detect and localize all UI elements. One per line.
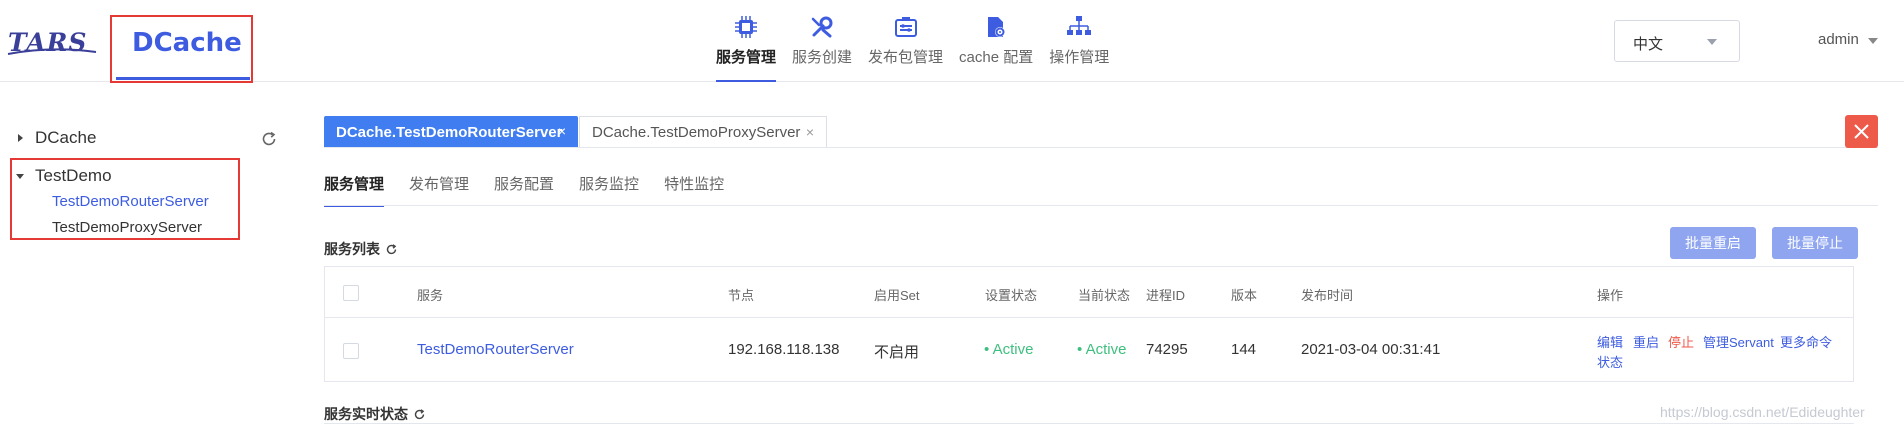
- nav-label: cache 配置: [959, 49, 1034, 66]
- nav-label: 发布包管理: [868, 49, 944, 66]
- section-title-text: 服务实时状态: [324, 406, 408, 422]
- subnav-service-config[interactable]: 服务配置: [494, 173, 554, 207]
- column-header: 发布时间: [1301, 288, 1354, 303]
- tab-divider: [324, 147, 1878, 148]
- sub-nav: 服务管理 发布管理 服务配置 服务监控 特性监控: [324, 173, 749, 207]
- column-header: 设置状态: [985, 288, 1038, 303]
- nav-item-service-management[interactable]: 服务管理: [710, 0, 782, 82]
- version-cell: 144: [1231, 341, 1257, 358]
- caret-down-icon[interactable]: [16, 173, 24, 179]
- dcache-logo[interactable]: DCache: [132, 28, 242, 58]
- tree-node-testdemo[interactable]: TestDemo: [16, 166, 112, 186]
- chevron-down-icon[interactable]: [1868, 38, 1878, 44]
- nav-label: 服务创建: [792, 49, 853, 66]
- restart-link[interactable]: 重启: [1633, 332, 1659, 351]
- gear-file-icon: [988, 17, 1006, 37]
- section-title-text: 服务列表: [324, 241, 380, 257]
- refresh-icon[interactable]: [413, 408, 426, 421]
- nav-item-package-management[interactable]: 发布包管理: [862, 0, 949, 82]
- subnav-service-monitor[interactable]: 服务监控: [579, 173, 639, 207]
- package-icon: [894, 17, 917, 37]
- language-select[interactable]: 中文: [1614, 20, 1740, 62]
- batch-stop-button[interactable]: 批量停止: [1772, 227, 1858, 259]
- subnav-publish-management[interactable]: 发布管理: [409, 173, 469, 207]
- close-icon[interactable]: ×: [558, 123, 566, 139]
- main-nav: 服务管理 服务创建 发布包管理 cache 配置 操作管理: [710, 0, 1119, 82]
- publish-time-cell: 2021-03-04 00:31:41: [1301, 341, 1441, 358]
- set-cell: 不启用: [874, 344, 920, 361]
- batch-restart-button[interactable]: 批量重启: [1670, 227, 1756, 259]
- sitemap-icon: [1067, 16, 1092, 35]
- service-name-link[interactable]: TestDemoRouterServer: [417, 341, 574, 358]
- stop-link[interactable]: 停止: [1668, 332, 1694, 351]
- refresh-icon[interactable]: [260, 130, 278, 148]
- column-header: 启用Set: [874, 288, 920, 303]
- chip-icon: [735, 16, 757, 38]
- row-checkbox[interactable]: [343, 343, 359, 359]
- column-header: 服务: [417, 288, 444, 303]
- nav-label: 服务管理: [716, 49, 777, 66]
- more-commands-link[interactable]: 更多命令: [1780, 332, 1832, 351]
- tree-node-label: DCache: [35, 128, 97, 147]
- nav-item-service-create[interactable]: 服务创建: [786, 0, 858, 82]
- refresh-icon[interactable]: [385, 243, 398, 256]
- tree-leaf-router-server[interactable]: TestDemoRouterServer: [52, 193, 209, 210]
- watermark: https://blog.csdn.net/Edideughter: [1660, 404, 1865, 420]
- top-header: TARS DCache 服务管理 服务创建 发布包管理 cache 配置 操作管…: [0, 0, 1904, 83]
- tree-node-dcache[interactable]: DCache: [18, 128, 96, 148]
- close-all-tabs-button[interactable]: [1845, 115, 1878, 148]
- subnav-service-management[interactable]: 服务管理: [324, 173, 385, 207]
- setting-state-badge: • Active: [984, 341, 1034, 358]
- realtime-status-title: 服务实时状态: [324, 404, 426, 424]
- tab-label: DCache.TestDemoRouterServer: [336, 123, 563, 141]
- close-icon[interactable]: ×: [806, 124, 814, 140]
- tree-node-label: TestDemo: [35, 166, 112, 185]
- pid-cell: 74295: [1146, 341, 1188, 358]
- column-header: 节点: [728, 288, 755, 303]
- header-divider: [325, 317, 1853, 318]
- column-header: 版本: [1231, 288, 1258, 303]
- wrench-icon: [811, 16, 833, 38]
- service-list-title: 服务列表: [324, 239, 398, 259]
- status-link[interactable]: 状态: [1597, 352, 1623, 371]
- dcache-logo-underline: [116, 77, 250, 80]
- service-table: 服务 节点 启用Set 设置状态 当前状态 进程ID 版本 发布时间 操作 Te…: [324, 266, 1854, 382]
- column-header: 操作: [1597, 288, 1624, 303]
- column-header: 当前状态: [1078, 288, 1131, 303]
- caret-right-icon[interactable]: [18, 134, 23, 142]
- edit-link[interactable]: 编辑: [1597, 332, 1623, 351]
- tree-leaf-proxy-server[interactable]: TestDemoProxyServer: [52, 219, 202, 236]
- tab-router-server[interactable]: DCache.TestDemoRouterServer ×: [324, 116, 578, 148]
- present-state-badge: • Active: [1077, 341, 1127, 358]
- user-menu[interactable]: admin: [1818, 31, 1859, 48]
- tab-proxy-server[interactable]: DCache.TestDemoProxyServer ×: [579, 116, 827, 148]
- tars-logo-swoosh: [7, 48, 97, 55]
- chevron-down-icon: [1707, 39, 1717, 45]
- column-header: 进程ID: [1146, 288, 1186, 303]
- select-all-checkbox[interactable]: [343, 285, 359, 301]
- node-cell: 192.168.118.138: [728, 341, 840, 358]
- nav-item-operation-management[interactable]: 操作管理: [1043, 0, 1115, 82]
- tab-label: DCache.TestDemoProxyServer: [592, 124, 801, 141]
- subnav-feature-monitor[interactable]: 特性监控: [664, 173, 724, 207]
- language-value: 中文: [1633, 36, 1664, 53]
- nav-item-cache-config[interactable]: cache 配置: [953, 0, 1039, 82]
- realtime-section-border: [324, 423, 1854, 424]
- manage-servant-link[interactable]: 管理Servant: [1703, 332, 1774, 351]
- nav-label: 操作管理: [1049, 49, 1110, 66]
- subnav-divider: [324, 205, 1878, 206]
